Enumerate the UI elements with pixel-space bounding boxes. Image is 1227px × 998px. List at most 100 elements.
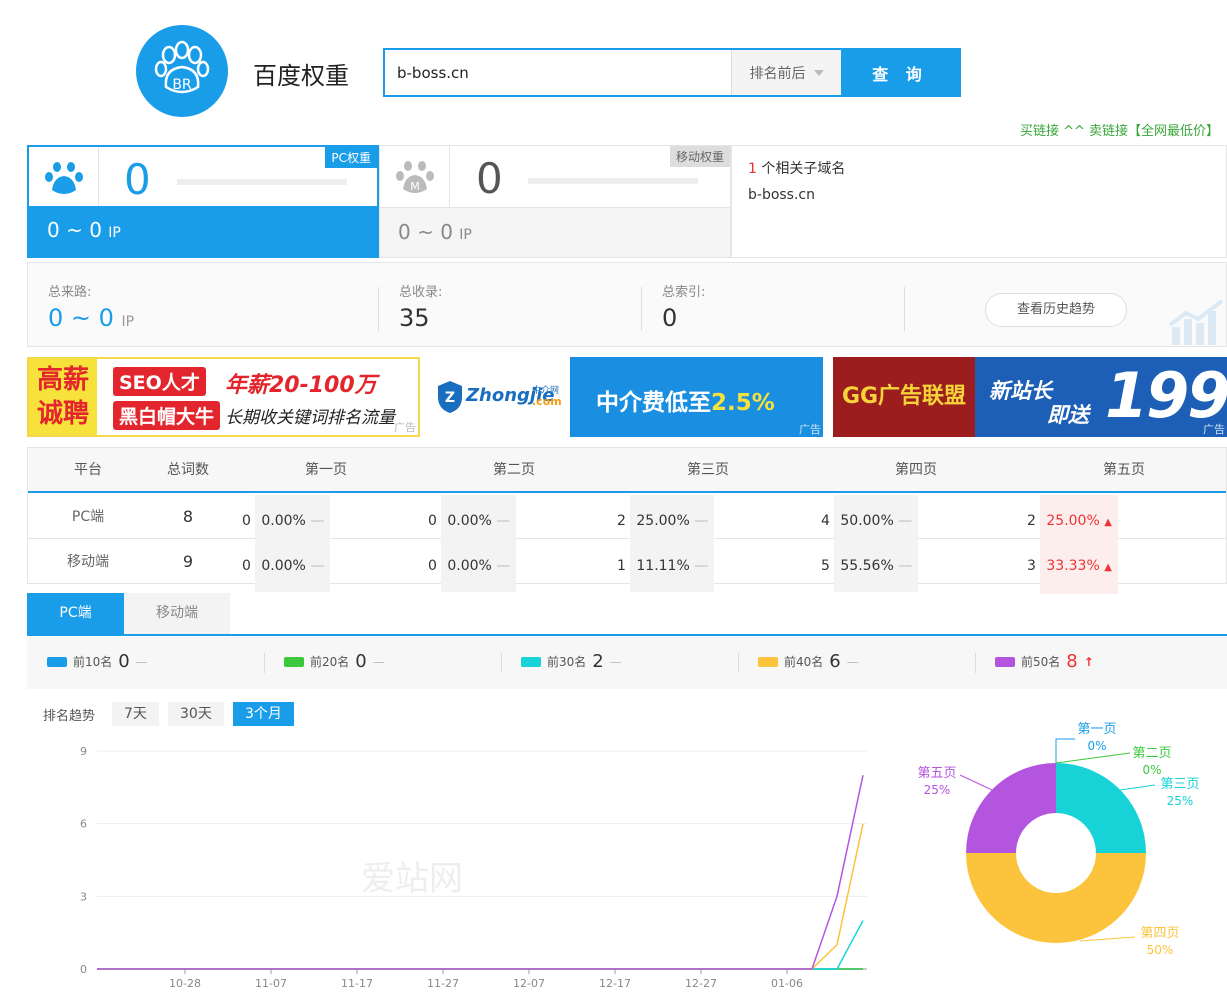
chevron-down-icon (813, 69, 824, 76)
row-platform: 移动端 (67, 554, 109, 570)
buy-sell-link[interactable]: 买链接 ^^ 卖链接【全网最低价】 (1020, 120, 1219, 139)
baidu-weight-logo: BR (136, 25, 228, 117)
pc-ip-value: 0 ~ 0 (47, 218, 102, 242)
pie-pct: 25% (1167, 794, 1194, 808)
mobile-ip-value: 0 ~ 0 (398, 220, 453, 244)
mobile-ip-unit: IP (459, 227, 472, 243)
pie-slice (966, 763, 1056, 853)
divider (378, 287, 379, 331)
x-tick-label: 12-27 (685, 977, 717, 990)
logo-text: BR (172, 77, 192, 93)
header-platform: 平台 (74, 462, 102, 478)
page-count: 4 (821, 513, 830, 529)
tab-pc[interactable]: PC端 (27, 593, 124, 634)
total-indexed: 总收录: 35 (399, 281, 442, 332)
y-tick-label: 6 (80, 818, 87, 831)
header-total: 总词数 (167, 462, 209, 478)
pc-ip-unit: IP (108, 225, 121, 241)
x-tick-label: 11-27 (427, 977, 459, 990)
x-tick-label: 11-07 (255, 977, 287, 990)
mobile-weight-tag: 移动权重 (669, 146, 730, 167)
page-pct: 33.33% ▲ (1040, 540, 1118, 594)
page-count: 0 (242, 513, 251, 529)
svg-text:Z: Z (445, 390, 455, 406)
trend-up-icon: ▲ (1104, 562, 1112, 573)
x-tick-label: 12-07 (513, 977, 545, 990)
swatch (47, 656, 67, 667)
page-count: 5 (821, 558, 830, 574)
pie-label: 第四页 (1140, 926, 1179, 941)
legend-item[interactable]: 前20名 0— (284, 651, 385, 672)
pc-weight-tag: PC权重 (325, 147, 377, 168)
tab-mobile[interactable]: 移动端 (124, 593, 230, 634)
ad3-t1: 新站长 (989, 379, 1052, 403)
pie-pct: 25% (924, 783, 951, 797)
page-count: 2 (1027, 513, 1036, 529)
subdomain-count: 1 (748, 161, 757, 177)
total-traffic: 总来路: 0 ~ 0 IP (48, 281, 134, 332)
ad2-text: 中介费低至 (596, 390, 711, 416)
pie-label: 第二页 (1132, 746, 1171, 761)
pc-ip-range: 0 ~ 0 IP (29, 206, 377, 256)
paw-icon (29, 147, 99, 209)
table-header: 平台 总词数 第一页 第二页 第三页 第四页 第五页 (28, 448, 1226, 493)
ad1-line1: 高薪 (36, 365, 89, 395)
search-input[interactable]: b-boss.cn (385, 50, 731, 95)
subdomain-label: 个相关子域名 (761, 161, 846, 177)
page-count: 0 (242, 558, 251, 574)
index-value: 0 (662, 304, 678, 332)
mobile-weight-bar (528, 178, 698, 184)
series-line (97, 775, 864, 970)
total-index: 总索引: 0 (662, 281, 705, 332)
page-count: 0 (428, 513, 437, 529)
trend-up-icon: ▲ (1104, 517, 1112, 528)
row-total: 9 (182, 552, 194, 571)
page-count: 0 (428, 558, 437, 574)
subdomain-panel: 1 个相关子域名 b-boss.cn (731, 145, 1227, 258)
ad2-pct: 2.5% (711, 390, 775, 416)
range-30d[interactable]: 30天 (168, 702, 224, 726)
ad-banner-gg[interactable]: GG广告联盟 新站长 即送 199 广告 (833, 357, 1227, 437)
page-pct: 11.11% — (630, 540, 715, 592)
page-count: 3 (1027, 558, 1036, 574)
ad1-line2: 诚聘 (36, 399, 89, 429)
trend-flat-icon: — (496, 558, 511, 574)
page-title: 百度权重 (253, 62, 349, 90)
trend-label: 排名趋势 (43, 709, 96, 724)
rank-trend-chart: 爱站网 0 3 6 9 10-28 11-07 11-17 11-27 12-07 12-17 12-… (80, 745, 867, 990)
pc-weight-card: 0 PC权重 0 ~ 0 IP (27, 145, 379, 258)
leader-line (959, 774, 993, 791)
watermark: 爱站网 (361, 859, 463, 899)
pie-slice (1056, 763, 1146, 853)
range-7d[interactable]: 7天 (112, 702, 159, 726)
traffic-unit: IP (121, 314, 135, 330)
query-button[interactable]: 查 询 (841, 50, 959, 95)
history-trend-button[interactable]: 查看历史趋势 (985, 293, 1127, 327)
header-page3: 第三页 (687, 462, 729, 478)
pie-label: 第五页 (917, 766, 956, 781)
ad-banner-zhongjie[interactable]: Z Zhongjie 中介网 .com 中介费低至2.5% 广告 (430, 357, 823, 437)
ad1-seo: SEO人才 (113, 367, 206, 396)
pie-pct: 0% (1142, 763, 1161, 777)
indexed-value: 35 (399, 304, 430, 332)
ad-tag: 广告 (799, 423, 821, 436)
ad1-desc: 长期收关键词排名流量 (225, 408, 395, 428)
legend-item[interactable]: 前40名 6— (758, 651, 859, 672)
legend-item[interactable]: 前10名 0— (47, 651, 148, 672)
ad-banner-recruit[interactable]: 高薪 诚聘 SEO人才 年薪20-100万 黑白帽大牛 长期收关键词排名流量 广告 (27, 357, 420, 437)
range-3m[interactable]: 3个月 (233, 702, 294, 726)
ad-tag: 广告 (394, 421, 416, 434)
legend-item[interactable]: 前30名 2— (521, 651, 622, 672)
legend-item[interactable]: 前50名 8 ↑ (995, 651, 1094, 672)
pie-pct: 50% (1147, 943, 1174, 957)
subdomain-link[interactable]: b-boss.cn (748, 182, 1210, 208)
page-distribution-chart: 第一页0% 第二页0%第三页25%第四页50%第五页25% (917, 722, 1199, 957)
y-tick-label: 0 (80, 963, 87, 976)
divider (904, 287, 905, 331)
swatch (758, 656, 778, 667)
trend-flat-icon: — (694, 513, 709, 529)
leader-line (1055, 738, 1075, 763)
swatch (284, 656, 304, 667)
leader-line (1119, 784, 1156, 791)
rank-select[interactable]: 排名前后 (731, 50, 841, 95)
